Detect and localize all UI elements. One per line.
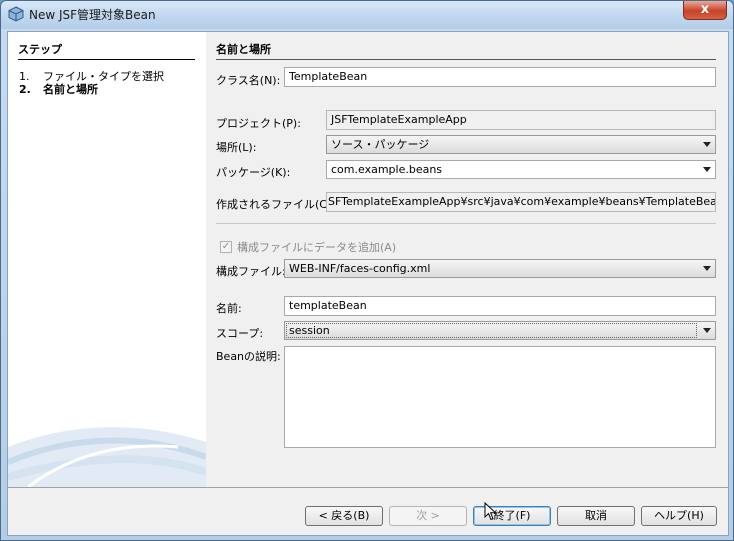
project-field: JSFTemplateExampleApp (326, 110, 716, 130)
window-title: New JSF管理対象Bean (29, 8, 156, 22)
chevron-down-icon (703, 328, 711, 333)
name-location-panel: 名前と場所 クラス名(N): TemplateBean プロジェクト(P): J… (206, 32, 728, 487)
steps-panel: ステップ 1. ファイル・タイプを選択 2. 名前と場所 (8, 32, 206, 487)
created-file-field: SFTemplateExampleApp¥src¥java¥com¥exampl… (326, 192, 716, 212)
decorative-swoosh-graphic (8, 427, 206, 487)
chevron-down-icon (703, 167, 711, 172)
next-button[interactable]: 次 > (389, 506, 467, 526)
section-divider (216, 223, 716, 224)
description-label: Beanの説明: (216, 350, 281, 363)
package-combobox[interactable]: com.example.beans (326, 160, 716, 179)
close-button[interactable]: x (683, 1, 727, 20)
bean-name-input[interactable]: templateBean (284, 296, 716, 316)
title-bar[interactable]: New JSF管理対象Bean x (1, 1, 733, 29)
project-label: プロジェクト(P): (216, 117, 301, 130)
location-dropdown[interactable]: ソース・パッケージ (326, 135, 716, 154)
chevron-down-icon (703, 142, 711, 147)
cancel-button[interactable]: 取消 (557, 506, 635, 526)
chevron-down-icon (703, 266, 711, 271)
bean-name-label: 名前: (216, 302, 242, 315)
scope-dropdown[interactable]: session (284, 321, 716, 340)
package-value: com.example.beans (331, 163, 443, 176)
step-item-2: 2. 名前と場所 (19, 81, 98, 97)
config-file-value: WEB-INF/faces-config.xml (289, 262, 431, 275)
config-file-label: 構成ファイル: (216, 265, 286, 278)
class-name-input[interactable]: TemplateBean (284, 67, 716, 87)
back-button[interactable]: < 戻る(B) (305, 506, 383, 526)
add-to-config-label: 構成ファイルにデータを追加(A) (237, 241, 397, 254)
location-value: ソース・パッケージ (331, 138, 430, 151)
netbeans-cube-icon (8, 6, 24, 22)
description-textarea[interactable] (284, 346, 716, 448)
button-bar-divider (8, 487, 728, 488)
config-file-dropdown[interactable]: WEB-INF/faces-config.xml (284, 259, 716, 278)
dialog-window: New JSF管理対象Bean x ステップ 1. ファイル・タイプを選択 2. 名… (0, 0, 734, 541)
add-to-config-checkbox[interactable]: ✓ (220, 241, 232, 253)
mouse-pointer-icon (484, 502, 497, 521)
dialog-client-area: ステップ 1. ファイル・タイプを選択 2. 名前と場所 名前と場所 クラス名(N)… (7, 31, 729, 536)
package-label: パッケージ(K): (216, 166, 291, 179)
add-to-config-checkbox-row[interactable]: ✓ 構成ファイルにデータを追加(A) (220, 239, 396, 255)
created-file-label: 作成されるファイル(C): (216, 198, 335, 211)
panel-title: 名前と場所 (216, 41, 716, 60)
step-label: 名前と場所 (43, 83, 98, 96)
help-button[interactable]: ヘルプ(H) (641, 506, 717, 526)
step-number: 2. (19, 83, 31, 96)
scope-label: スコープ: (216, 327, 264, 340)
steps-title: ステップ (18, 41, 195, 60)
location-label: 場所(L): (216, 141, 257, 154)
class-name-label: クラス名(N): (216, 74, 281, 87)
scope-value: session (289, 324, 330, 337)
focus-indicator (286, 323, 697, 338)
